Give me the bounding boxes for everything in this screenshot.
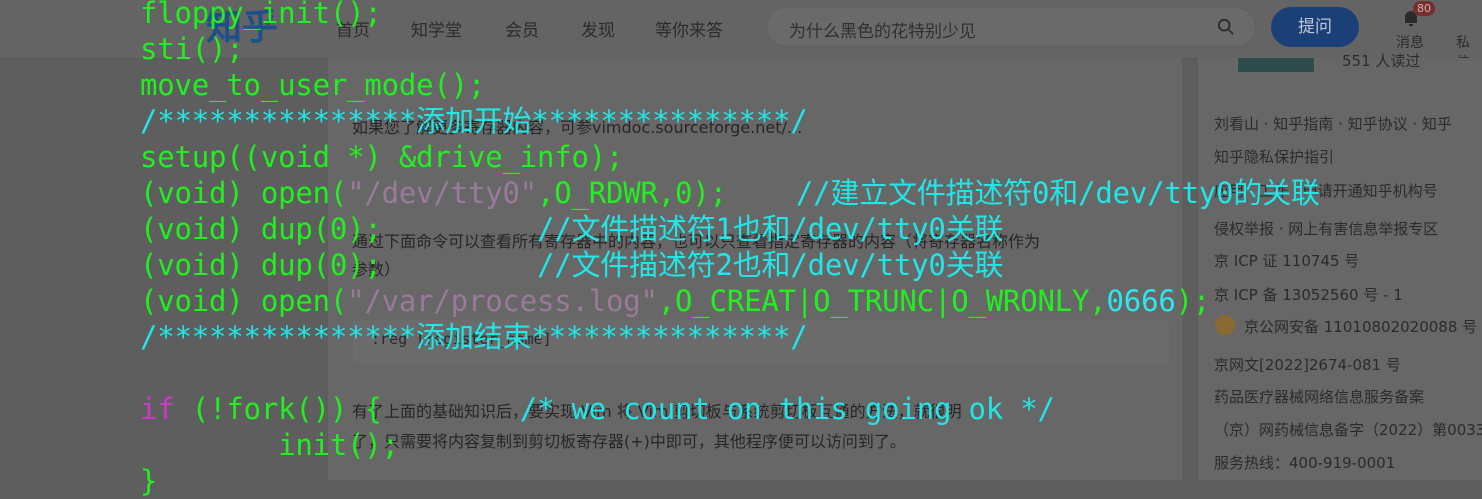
- messages-label[interactable]: 消息: [1396, 32, 1424, 52]
- culture-license[interactable]: 京网文[2022]2674-081 号: [1214, 354, 1401, 375]
- search-box[interactable]: 为什么黑色的花特别少见: [766, 7, 1256, 47]
- footer-links[interactable]: 刘看山 · 知乎指南 · 知乎协议 · 知乎: [1214, 113, 1452, 134]
- nav-zhixuetang[interactable]: 知学堂: [411, 16, 462, 41]
- readers-count: 551 人读过: [1342, 52, 1421, 70]
- related-thumbnail[interactable]: [1238, 58, 1314, 72]
- article-paragraph: 了，只需要将内容复制到剪切板寄存器(+)中即可，其他程序便可以访问到了。: [352, 432, 906, 451]
- police-badge-icon: [1215, 315, 1235, 335]
- messages-badge: 80: [1413, 1, 1435, 16]
- nav-discover[interactable]: 发现: [581, 16, 615, 41]
- public-security-record[interactable]: 京公网安备 11010802020088 号: [1244, 316, 1477, 337]
- medical-record[interactable]: 药品医疗器械网络信息服务备案: [1214, 386, 1424, 407]
- code-snippet: :reg [register_name]: [353, 320, 1169, 364]
- icp-record[interactable]: 京 ICP 备 13052560 号 - 1: [1214, 284, 1403, 305]
- nav-home[interactable]: 首页: [336, 16, 370, 41]
- medical-record-number: （京）网药械信息备字（2022）第00334号: [1214, 421, 1482, 439]
- code-snippet-text: :reg [register_name]: [371, 330, 552, 348]
- footer-links[interactable]: 应用 · 工作 · 申请开通知乎机构号: [1214, 180, 1438, 201]
- nav-member[interactable]: 会员: [505, 16, 539, 41]
- nav-waiting-answers[interactable]: 等你来答: [655, 16, 723, 41]
- site-logo[interactable]: 知乎: [206, 0, 278, 50]
- ask-question-button[interactable]: 提问: [1271, 7, 1359, 47]
- article-paragraph: 有了上面的基础知识后，要实现 Vim 将 Vim 剪切板与系统剪切板互通的方法，…: [352, 402, 962, 421]
- article-paragraph: 如果您了解更多寄存器内容，可参vimdoc.sourceforge.net/..…: [352, 118, 803, 137]
- icp-license[interactable]: 京 ICP 证 110745 号: [1214, 250, 1359, 271]
- search-icon[interactable]: [1217, 18, 1235, 36]
- service-hotline: 服务热线：400-919-0001: [1214, 454, 1396, 472]
- web-page: 知乎 首页 知学堂 会员 发现 等你来答 为什么黑色的花特别少见 提问 80 消…: [0, 0, 1482, 480]
- article-paragraph: 参数）: [352, 260, 401, 279]
- search-placeholder: 为什么黑色的花特别少见: [789, 22, 976, 42]
- article-paragraph: 通过下面命令可以查看所有寄存器中的内容，也可以只查看指定寄存器的内容（将寄存器名…: [352, 232, 1041, 251]
- top-navbar: 知乎 首页 知学堂 会员 发现 等你来答 为什么黑色的花特别少见 提问 80 消…: [0, 0, 1482, 71]
- footer-links[interactable]: 侵权举报 · 网上有害信息举报专区: [1214, 218, 1438, 239]
- footer-link[interactable]: 知乎隐私保护指引: [1214, 146, 1334, 167]
